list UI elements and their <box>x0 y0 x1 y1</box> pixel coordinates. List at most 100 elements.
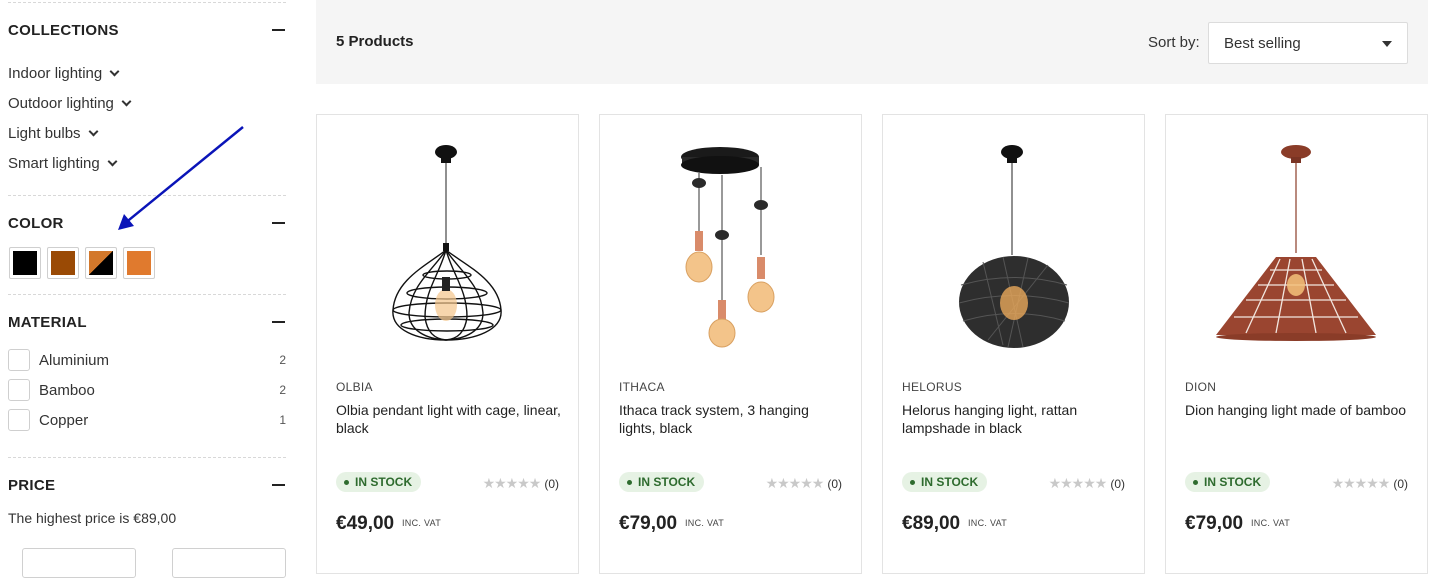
price-max-input[interactable] <box>172 548 286 578</box>
product-rating[interactable]: ★★★★★ (0) <box>1049 475 1125 492</box>
product-image <box>1216 145 1376 341</box>
collection-item-bulbs[interactable]: Light bulbs <box>8 118 286 148</box>
product-price: €89,00 <box>902 513 961 534</box>
star-rating-icon: ★★★★★ <box>1048 475 1108 491</box>
price-filter: PRICE The highest price is €89,00 <box>8 457 286 578</box>
collection-item-outdoor[interactable]: Outdoor lighting <box>8 88 286 118</box>
product-name[interactable]: Ithaca track system, 3 hanging lights, b… <box>619 401 849 437</box>
stock-badge: IN STOCK <box>619 472 705 492</box>
collection-label: Smart lighting <box>8 154 100 172</box>
stock-label: IN STOCK <box>1204 475 1262 489</box>
color-header[interactable]: COLOR <box>8 196 286 250</box>
aluminium-checkbox[interactable] <box>8 349 30 371</box>
product-image <box>958 145 1070 348</box>
product-rating[interactable]: ★★★★★ (0) <box>1332 475 1408 492</box>
chevron-down-icon[interactable] <box>88 126 99 136</box>
swatch-fill <box>89 251 113 275</box>
star-rating-icon: ★★★★★ <box>1331 475 1391 491</box>
product-card-helorus[interactable]: HELORUS Helorus hanging light, rattan la… <box>882 114 1145 574</box>
collection-label: Indoor lighting <box>8 64 103 82</box>
material-count: 1 <box>279 413 286 427</box>
color-swatch-brown[interactable] <box>47 247 79 279</box>
swatch-fill <box>51 251 75 275</box>
product-rating[interactable]: ★★★★★ (0) <box>483 475 559 492</box>
stock-badge: IN STOCK <box>902 472 988 492</box>
product-card-ithaca[interactable]: ITHACA Ithaca track system, 3 hanging li… <box>599 114 862 574</box>
bamboo-checkbox[interactable] <box>8 379 30 401</box>
collapse-icon[interactable] <box>272 484 285 486</box>
vat-label: INC. VAT <box>1251 518 1291 528</box>
swatch-fill <box>13 251 37 275</box>
rating-count: (0) <box>827 476 842 491</box>
collapse-icon[interactable] <box>272 321 285 323</box>
rating-count: (0) <box>1110 476 1125 491</box>
collection-item-indoor[interactable]: Indoor lighting <box>8 58 286 88</box>
product-brand: HELORUS <box>902 380 963 394</box>
product-brand: ITHACA <box>619 380 665 394</box>
product-price: €79,00 <box>619 513 678 534</box>
stock-badge: IN STOCK <box>336 472 422 492</box>
product-image <box>392 145 502 341</box>
chevron-down-icon[interactable] <box>109 66 120 76</box>
collection-label: Outdoor lighting <box>8 94 114 112</box>
chevron-down-icon[interactable] <box>121 96 132 106</box>
collections-header[interactable]: COLLECTIONS <box>8 3 286 57</box>
chevron-down-icon[interactable] <box>107 156 118 166</box>
price-header[interactable]: PRICE <box>8 458 286 512</box>
material-count: 2 <box>279 383 286 397</box>
collapse-icon[interactable] <box>272 222 285 224</box>
product-count: 5 Products <box>336 33 414 50</box>
material-filter: MATERIAL Aluminium 2 Bamboo 2 Copper 1 <box>8 294 286 435</box>
stock-label: IN STOCK <box>638 475 696 489</box>
product-toolbar: 5 Products Sort by: Best selling <box>316 0 1428 84</box>
product-name[interactable]: Helorus hanging light, rattan lampshade … <box>902 401 1132 437</box>
product-brand: DION <box>1185 380 1217 394</box>
star-rating-icon: ★★★★★ <box>765 475 825 491</box>
sort-value: Best selling <box>1224 35 1301 52</box>
material-label: Bamboo <box>39 381 95 399</box>
price-min-input[interactable] <box>22 548 136 578</box>
product-rating[interactable]: ★★★★★ (0) <box>766 475 842 492</box>
material-option-aluminium[interactable]: Aluminium 2 <box>8 345 286 375</box>
product-price: €79,00 <box>1185 513 1244 534</box>
vat-label: INC. VAT <box>685 518 725 528</box>
material-label: Aluminium <box>39 351 110 369</box>
swatch-fill <box>127 251 151 275</box>
material-title: MATERIAL <box>8 313 87 331</box>
material-option-copper[interactable]: Copper 1 <box>8 405 286 435</box>
sort-select[interactable]: Best selling <box>1208 22 1408 64</box>
rating-count: (0) <box>544 476 559 491</box>
collapse-icon[interactable] <box>272 29 285 31</box>
product-name[interactable]: Dion hanging light made of bamboo <box>1185 401 1415 419</box>
collections-title: COLLECTIONS <box>8 21 119 39</box>
product-card-dion[interactable]: DION Dion hanging light made of bamboo I… <box>1165 114 1428 574</box>
color-swatch-orange[interactable] <box>123 247 155 279</box>
material-count: 2 <box>279 353 286 367</box>
color-swatch-copper-black[interactable] <box>85 247 117 279</box>
stock-label: IN STOCK <box>355 475 413 489</box>
material-header[interactable]: MATERIAL <box>8 295 286 349</box>
collection-label: Light bulbs <box>8 124 81 142</box>
rating-count: (0) <box>1393 476 1408 491</box>
color-title: COLOR <box>8 214 64 232</box>
collections-filter: COLLECTIONS Indoor lighting Outdoor ligh… <box>8 2 286 178</box>
price-note: The highest price is €89,00 <box>8 510 177 526</box>
product-price: €49,00 <box>336 513 395 534</box>
material-label: Copper <box>39 411 89 429</box>
material-option-bamboo[interactable]: Bamboo 2 <box>8 375 286 405</box>
color-swatch-black[interactable] <box>9 247 41 279</box>
vat-label: INC. VAT <box>402 518 442 528</box>
stock-badge: IN STOCK <box>1185 472 1271 492</box>
product-card-olbia[interactable]: OLBIA Olbia pendant light with cage, lin… <box>316 114 579 574</box>
stock-label: IN STOCK <box>921 475 979 489</box>
vat-label: INC. VAT <box>968 518 1008 528</box>
caret-down-icon <box>1382 41 1392 47</box>
product-image <box>681 147 775 348</box>
copper-checkbox[interactable] <box>8 409 30 431</box>
star-rating-icon: ★★★★★ <box>482 475 542 491</box>
collection-item-smart[interactable]: Smart lighting <box>8 148 286 178</box>
product-brand: OLBIA <box>336 380 373 394</box>
product-name[interactable]: Olbia pendant light with cage, linear, b… <box>336 401 566 437</box>
filter-sidebar: COLLECTIONS Indoor lighting Outdoor ligh… <box>0 0 295 578</box>
color-filter: COLOR <box>8 195 286 279</box>
